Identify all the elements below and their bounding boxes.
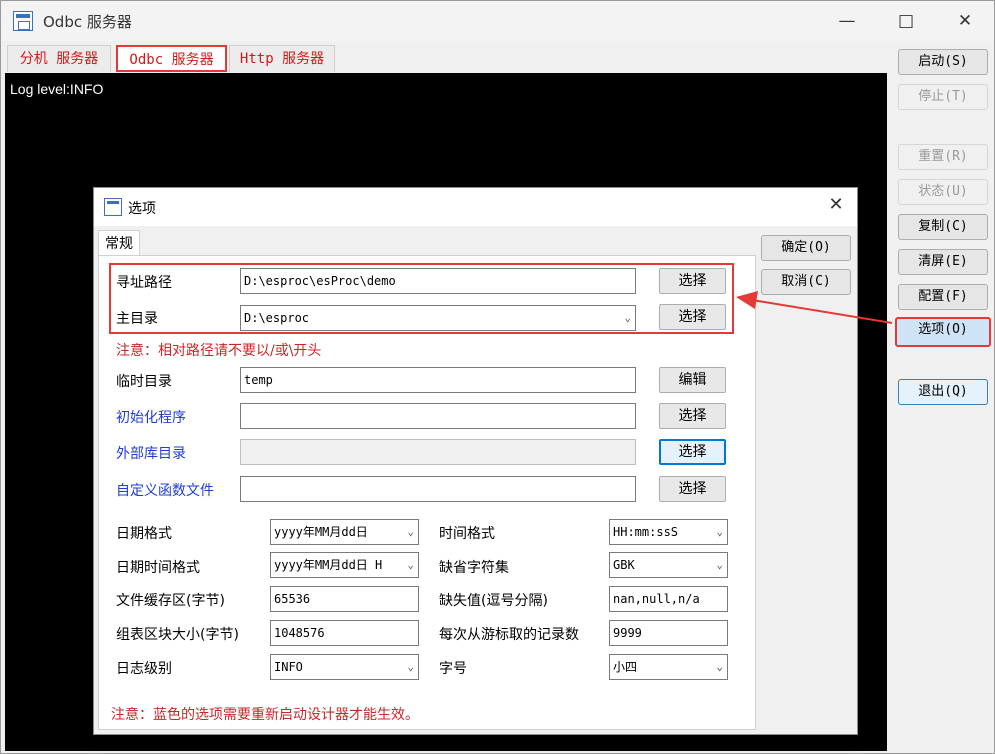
custom-func-choose-button[interactable]: 选择 [659, 476, 726, 502]
charset-select[interactable]: GBK ⌄ [609, 552, 728, 578]
ok-button[interactable]: 确定(O) [761, 235, 851, 261]
log-level-label: 日志级别 [116, 661, 172, 677]
app-icon [13, 11, 33, 31]
log-level-select[interactable]: INFO ⌄ [270, 654, 419, 680]
ext-lib-input[interactable] [240, 439, 636, 465]
font-size-select[interactable]: 小四 ⌄ [609, 654, 728, 680]
exit-button[interactable]: 退出(Q) [898, 379, 988, 405]
clear-screen-button[interactable]: 清屏(E) [898, 249, 988, 275]
date-format-select[interactable]: yyyy年MM月dd日 ⌄ [270, 519, 419, 545]
log-text: Log level:INFO [10, 81, 104, 97]
chevron-down-icon: ⌄ [407, 525, 414, 538]
date-format-label: 日期格式 [116, 526, 172, 542]
restart-note: 注意：蓝色的选项需要重新启动设计器才能生效。 [111, 707, 419, 723]
highlight-box [109, 263, 734, 334]
tab-odbc-server[interactable]: Odbc 服务器 [116, 45, 227, 72]
dialog-title: 选项 [128, 201, 156, 217]
chevron-down-icon: ⌄ [407, 558, 414, 571]
chevron-down-icon: ⌄ [407, 660, 414, 673]
ext-lib-choose-button[interactable]: 选择 [659, 439, 726, 465]
init-program-input[interactable] [240, 403, 636, 429]
tab-http-server[interactable]: Http 服务器 [229, 45, 335, 72]
time-format-label: 时间格式 [439, 526, 495, 542]
datetime-format-label: 日期时间格式 [116, 560, 200, 576]
block-size-input[interactable]: 1048576 [270, 620, 419, 646]
dialog-close-icon[interactable]: ✕ [823, 194, 849, 215]
font-size-label: 字号 [439, 661, 467, 677]
dialog-title-bar: 选项 ✕ [94, 188, 857, 226]
window-title: Odbc 服务器 [43, 13, 132, 31]
file-buffer-input[interactable]: 65536 [270, 586, 419, 612]
missing-values-input[interactable]: nan,null,n/a [609, 586, 728, 612]
fetch-count-input[interactable]: 9999 [609, 620, 728, 646]
init-program-choose-button[interactable]: 选择 [659, 403, 726, 429]
chevron-down-icon: ⌄ [716, 660, 723, 673]
time-format-value: HH:mm:ssS [613, 525, 679, 539]
fetch-count-label: 每次从游标取的记录数 [439, 627, 579, 643]
temp-dir-label: 临时目录 [116, 374, 172, 390]
missing-values-label: 缺失值(逗号分隔) [439, 593, 548, 609]
temp-dir-edit-button[interactable]: 编辑 [659, 367, 726, 393]
maximize-icon[interactable]: □ [883, 7, 929, 35]
status-button[interactable]: 状态(U) [898, 179, 988, 205]
log-level-value: INFO [274, 660, 303, 674]
custom-func-input[interactable] [240, 476, 636, 502]
reset-button[interactable]: 重置(R) [898, 144, 988, 170]
charset-value: GBK [613, 558, 635, 572]
title-bar: Odbc 服务器 — □ ✕ [1, 1, 994, 41]
ext-lib-label: 外部库目录 [116, 446, 186, 462]
close-icon[interactable]: ✕ [942, 7, 988, 35]
time-format-select[interactable]: HH:mm:ssS ⌄ [609, 519, 728, 545]
custom-func-label: 自定义函数文件 [116, 483, 214, 499]
charset-label: 缺省字符集 [439, 560, 509, 576]
config-button[interactable]: 配置(F) [898, 284, 988, 310]
start-button[interactable]: 启动(S) [898, 49, 988, 75]
block-size-label: 组表区块大小(字节) [116, 627, 239, 643]
chevron-down-icon: ⌄ [716, 558, 723, 571]
tab-branch-server[interactable]: 分机 服务器 [7, 45, 111, 72]
minimize-icon[interactable]: — [824, 7, 870, 35]
stop-button[interactable]: 停止(T) [898, 84, 988, 110]
file-buffer-label: 文件缓存区(字节) [116, 593, 225, 609]
annotation-arrow [736, 291, 893, 324]
dialog-app-icon [104, 198, 122, 216]
init-program-label: 初始化程序 [116, 410, 186, 426]
datetime-format-value: yyyy年MM月dd日 H [274, 558, 383, 572]
path-note: 注意：相对路径请不要以/或\开头 [116, 343, 322, 359]
options-button[interactable]: 选项(O) [895, 317, 991, 347]
tab-general[interactable]: 常规 [98, 230, 140, 256]
datetime-format-select[interactable]: yyyy年MM月dd日 H ⌄ [270, 552, 419, 578]
date-format-value: yyyy年MM月dd日 [274, 525, 368, 539]
chevron-down-icon: ⌄ [716, 525, 723, 538]
temp-dir-input[interactable]: temp [240, 367, 636, 393]
copy-button[interactable]: 复制(C) [898, 214, 988, 240]
font-size-value: 小四 [613, 660, 638, 674]
